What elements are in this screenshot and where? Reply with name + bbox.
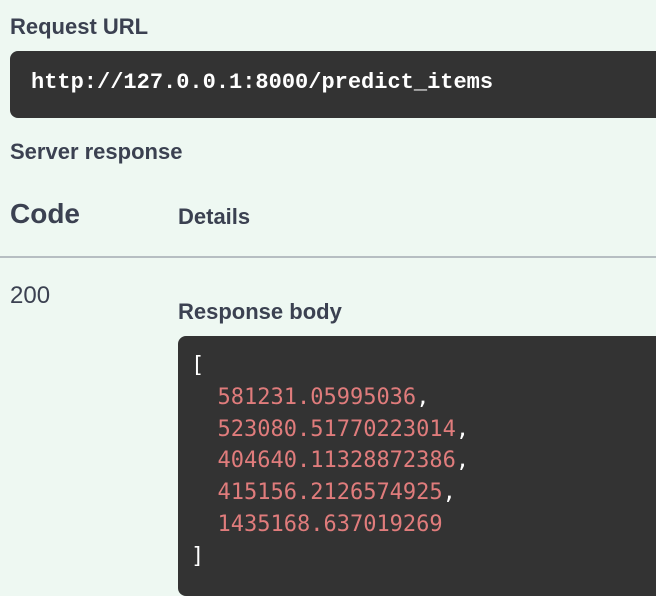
json-open-bracket-line: [ — [191, 350, 656, 382]
json-value-line: 1435168.637019269 — [191, 509, 656, 541]
json-open-bracket: [ — [191, 353, 205, 378]
json-comma: , — [455, 448, 470, 474]
json-number: 415156.2126574925 — [217, 480, 443, 506]
status-code: 200 — [10, 282, 51, 309]
server-response-label: Server response — [10, 139, 183, 164]
json-number: 404640.11328872386 — [217, 448, 456, 474]
request-url-text: http://127.0.0.1:8000/predict_items — [31, 70, 494, 95]
code-column-header: Code — [10, 198, 80, 229]
json-comma: , — [416, 384, 430, 410]
json-value-line: 404640.11328872386, — [191, 445, 656, 477]
request-url-label: Request URL — [10, 14, 149, 39]
json-number: 523080.51770223014 — [217, 416, 456, 442]
details-column-header: Details — [178, 204, 251, 229]
json-number: 1435168.637019269 — [217, 511, 443, 537]
json-close-bracket-line: ] — [191, 541, 656, 573]
json-value-line: 523080.51770223014, — [191, 414, 656, 446]
json-value-line: 581231.05995036, — [191, 382, 656, 414]
table-divider — [0, 256, 656, 258]
json-comma: , — [455, 416, 470, 442]
json-number: 581231.05995036 — [217, 384, 417, 410]
json-close-bracket: ] — [191, 543, 205, 569]
request-url-box: http://127.0.0.1:8000/predict_items — [10, 51, 656, 118]
json-comma: , — [442, 480, 456, 506]
json-value-line: 415156.2126574925, — [191, 477, 656, 509]
response-body-label: Response body — [178, 299, 342, 324]
response-body-code-block[interactable]: [ 581231.05995036, 523080.51770223014, 4… — [178, 336, 656, 596]
